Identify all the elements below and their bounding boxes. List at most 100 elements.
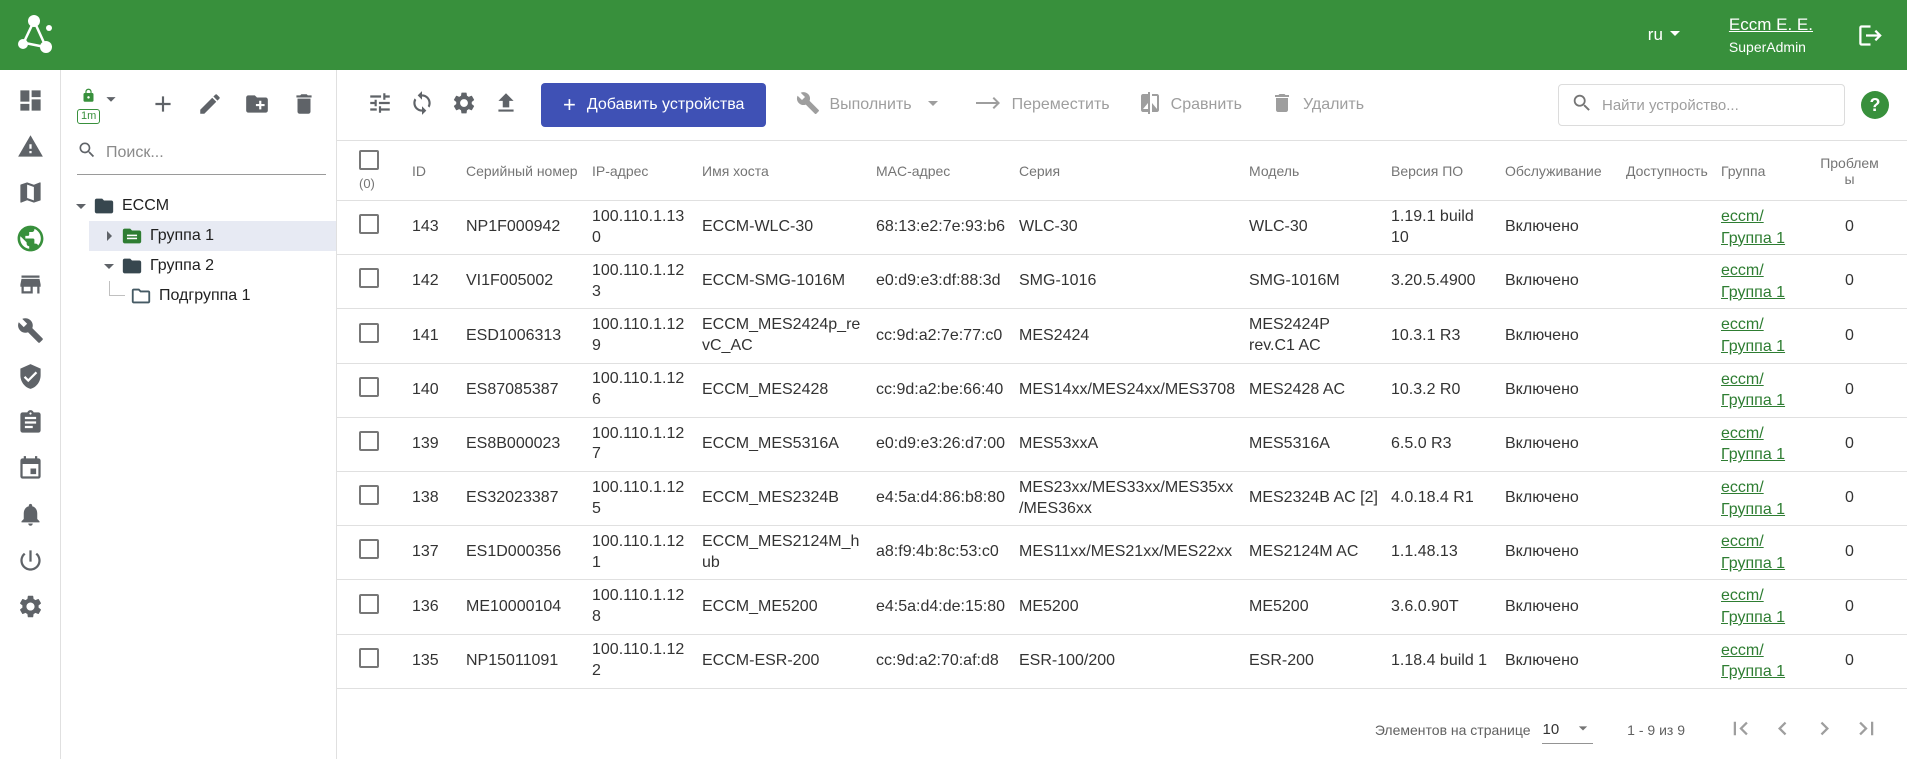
trash-icon	[291, 91, 317, 122]
table-row[interactable]: 142 VI1F005002 100.110.1.123 ECCM-SMG-10…	[337, 255, 1907, 309]
row-checkbox[interactable]	[359, 377, 379, 397]
edit-group-button[interactable]	[196, 92, 224, 120]
tree-node-label: ECCM	[122, 197, 169, 215]
help-button[interactable]: ?	[1861, 91, 1889, 119]
user-name-link[interactable]: Eccm E. E.	[1729, 15, 1813, 35]
cell-maintenance: Включено	[1505, 634, 1626, 688]
group-link[interactable]: eccm/ Группа 1	[1721, 531, 1804, 574]
sidebar-item-maintenance[interactable]	[0, 310, 60, 356]
delete-group-button[interactable]	[290, 92, 318, 120]
folder-icon	[121, 255, 143, 277]
table-row[interactable]: 143 NP1F000942 100.110.1.130 ECCM-WLC-30…	[337, 201, 1907, 255]
sidebar-item-schedule[interactable]	[0, 448, 60, 494]
add-group-button[interactable]	[149, 92, 177, 120]
row-checkbox[interactable]	[359, 539, 379, 559]
table-row[interactable]: 140 ES87085387 100.110.1.126 ECCM_MES242…	[337, 363, 1907, 417]
row-checkbox[interactable]	[359, 485, 379, 505]
tree-node-group2[interactable]: Группа 2	[89, 251, 336, 281]
sidebar-item-dashboard[interactable]	[0, 80, 60, 126]
device-search-input[interactable]	[1602, 97, 1832, 114]
page-size-value: 10	[1542, 721, 1559, 738]
column-header-group: Группа	[1721, 141, 1816, 201]
sidebar-item-network-map[interactable]	[0, 172, 60, 218]
cell-hostname: ECCM_MES5316A	[702, 417, 876, 471]
cell-hostname: ECCM_MES2428	[702, 363, 876, 417]
group-tree-panel: 1m ECCM	[61, 70, 337, 759]
gear-icon	[17, 593, 44, 625]
select-all-checkbox[interactable]	[359, 150, 379, 170]
sidebar-item-problems[interactable]	[0, 126, 60, 172]
language-selector[interactable]: ru	[1648, 21, 1687, 50]
page-size-select[interactable]: 10	[1542, 715, 1593, 744]
tree-search-input[interactable]	[106, 144, 326, 162]
first-page-button[interactable]	[1719, 709, 1761, 751]
refresh-button[interactable]	[401, 84, 443, 126]
sidebar-item-tasks[interactable]	[0, 402, 60, 448]
sidebar-item-notifications[interactable]	[0, 494, 60, 540]
row-checkbox[interactable]	[359, 323, 379, 343]
group-link[interactable]: eccm/ Группа 1	[1721, 260, 1804, 303]
app-header: ru Eccm E. E. SuperAdmin	[0, 0, 1907, 70]
device-table-head: (0) ID Серийный номер IP-адрес Имя хоста…	[337, 141, 1907, 201]
sidebar-item-devices[interactable]	[0, 218, 60, 264]
cell-group: eccm/ Группа 1	[1721, 201, 1816, 255]
add-devices-button[interactable]: + Добавить устройства	[541, 83, 766, 127]
table-row[interactable]: 141 ESD1006313 100.110.1.129 ECCM_MES242…	[337, 309, 1907, 363]
cell-serial: ES8B000023	[466, 417, 592, 471]
upload-button[interactable]	[485, 84, 527, 126]
add-folder-button[interactable]	[243, 92, 271, 120]
move-button[interactable]: Переместить	[973, 91, 1110, 120]
group-link[interactable]: eccm/ Группа 1	[1721, 423, 1804, 466]
plus-icon	[150, 91, 176, 122]
sidebar-item-settings[interactable]	[0, 586, 60, 632]
cell-group: eccm/ Группа 1	[1721, 526, 1816, 580]
row-checkbox[interactable]	[359, 268, 379, 288]
sidebar-item-monitoring[interactable]	[0, 540, 60, 586]
tree-node-subgroup1[interactable]: Подгруппа 1	[109, 281, 336, 311]
sidebar-item-infrastructure[interactable]	[0, 264, 60, 310]
previous-page-button[interactable]	[1761, 709, 1803, 751]
table-row[interactable]: 136 ME10000104 100.110.1.128 ECCM_ME5200…	[337, 580, 1907, 634]
logout-icon[interactable]	[1855, 20, 1885, 50]
last-page-button[interactable]	[1845, 709, 1887, 751]
compare-button[interactable]: Сравнить	[1138, 91, 1242, 120]
group-link[interactable]: eccm/ Группа 1	[1721, 585, 1804, 628]
table-row[interactable]: 139 ES8B000023 100.110.1.127 ECCM_MES531…	[337, 417, 1907, 471]
table-settings-button[interactable]	[443, 84, 485, 126]
row-checkbox[interactable]	[359, 648, 379, 668]
group-link[interactable]: eccm/ Группа 1	[1721, 314, 1804, 357]
group-link[interactable]: eccm/ Группа 1	[1721, 640, 1804, 683]
cell-problems: 0	[1816, 634, 1907, 688]
table-row[interactable]: 137 ES1D000356 100.110.1.121 ECCM_MES212…	[337, 526, 1907, 580]
eltex-logo-icon[interactable]	[12, 11, 60, 59]
row-checkbox[interactable]	[359, 431, 379, 451]
cell-id: 140	[412, 363, 466, 417]
cell-group: eccm/ Группа 1	[1721, 471, 1816, 525]
move-label: Переместить	[1012, 96, 1110, 114]
group-link[interactable]: eccm/ Группа 1	[1721, 477, 1804, 520]
table-row[interactable]: 138 ES32023387 100.110.1.125 ECCM_MES232…	[337, 471, 1907, 525]
cell-id: 139	[412, 417, 466, 471]
cell-maintenance: Включено	[1505, 417, 1626, 471]
cell-id: 136	[412, 580, 466, 634]
row-checkbox[interactable]	[359, 594, 379, 614]
filter-button[interactable]	[359, 84, 401, 126]
sync-period-selector[interactable]: 1m	[77, 88, 122, 124]
cell-problems: 0	[1816, 255, 1907, 309]
language-label: ru	[1648, 25, 1663, 45]
group-link[interactable]: eccm/ Группа 1	[1721, 206, 1804, 249]
cell-maintenance: Включено	[1505, 580, 1626, 634]
chevron-down-icon	[1573, 718, 1593, 741]
tree-node-eccm[interactable]: ECCM	[61, 191, 336, 221]
delete-devices-button[interactable]: Удалить	[1270, 91, 1364, 120]
tree-node-group1[interactable]: Группа 1	[89, 221, 336, 251]
execute-button[interactable]: Выполнить	[796, 91, 944, 120]
table-row[interactable]: 135 NP15011091 100.110.1.122 ECCM-ESR-20…	[337, 634, 1907, 688]
group-link[interactable]: eccm/ Группа 1	[1721, 369, 1804, 412]
cell-mac: cc:9d:a2:be:66:40	[876, 363, 1019, 417]
cell-firmware: 3.20.5.4900	[1391, 255, 1505, 309]
next-page-button[interactable]	[1803, 709, 1845, 751]
cell-firmware: 6.5.0 R3	[1391, 417, 1505, 471]
sidebar-item-security[interactable]	[0, 356, 60, 402]
row-checkbox[interactable]	[359, 214, 379, 234]
